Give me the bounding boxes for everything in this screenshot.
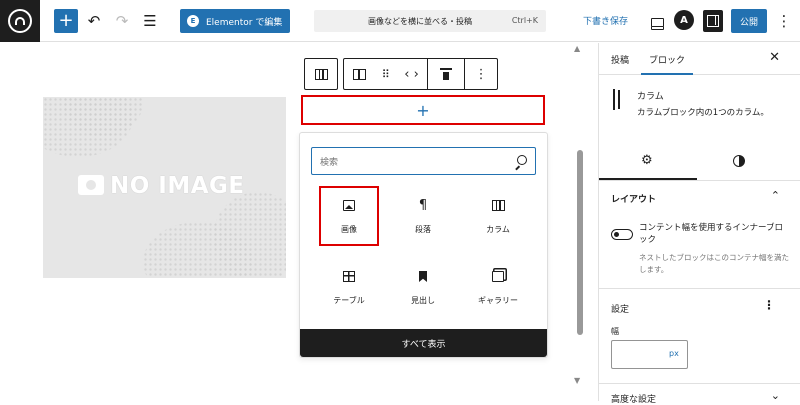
- edit-with-elementor-button[interactable]: E Elementor で編集: [180, 9, 290, 33]
- shortcut-hint: Ctrl+K: [511, 16, 538, 25]
- block-toolbar: ⠿ ‹ › ⋮: [343, 58, 498, 90]
- block-inspector-tabs: ⚙: [599, 143, 800, 181]
- tab-post[interactable]: 投稿: [611, 53, 629, 66]
- column-icon: [613, 89, 615, 110]
- inner-blocks-content-width-toggle[interactable]: [611, 229, 633, 240]
- table-icon: [343, 271, 355, 282]
- sidebar-tabs: 投稿 ブロック ✕: [599, 43, 800, 75]
- document-title: 画像などを横に並べる・投稿: [368, 17, 472, 26]
- scroll-down-arrow-icon[interactable]: ▼: [574, 376, 580, 385]
- toggle-label: コンテント幅を使用するインナーブロック: [639, 223, 783, 245]
- settings-panel-title: 設定: [611, 305, 630, 315]
- elementor-button-label: Elementor で編集: [206, 17, 283, 28]
- site-logo-icon[interactable]: [0, 0, 40, 42]
- redo-icon[interactable]: ↷: [110, 9, 134, 33]
- toggle-help-text: ネストしたブロックはこのコンテナ幅を満たします。: [639, 253, 789, 274]
- column-icon: [353, 68, 367, 80]
- astra-icon[interactable]: A: [674, 10, 694, 30]
- block-inserter-toggle[interactable]: +: [54, 9, 78, 33]
- publish-button[interactable]: 公開: [731, 9, 767, 33]
- elementor-icon: E: [187, 15, 199, 27]
- inserter-item-image[interactable]: 画像: [319, 186, 379, 246]
- gallery-icon: [492, 271, 504, 282]
- block-search-input[interactable]: 検索: [311, 147, 536, 175]
- inserter-item-gallery[interactable]: ギャラリー: [468, 257, 528, 317]
- chevron-down-icon[interactable]: ⌄: [771, 389, 780, 402]
- move-arrows-icon[interactable]: ‹ ›: [396, 59, 428, 89]
- drag-handle-icon[interactable]: ⠿: [376, 59, 396, 89]
- editor-topbar: + ↶ ↷ ☰ E Elementor で編集 画像などを横に並べる・投稿 Ct…: [0, 0, 800, 42]
- quick-inserter-popover: 検索 画像 ¶ 段落 カラム テーブル 見出し ギャラリー すべて表示: [299, 132, 548, 358]
- canvas-scrollbar-thumb[interactable]: [577, 150, 583, 335]
- preview-icon[interactable]: [645, 10, 669, 34]
- inserter-item-columns[interactable]: カラム: [468, 186, 528, 246]
- search-placeholder: 検索: [320, 157, 339, 168]
- document-overview-icon[interactable]: ☰: [138, 9, 162, 33]
- gear-icon[interactable]: ⚙: [641, 153, 653, 168]
- columns-icon: [491, 200, 505, 211]
- no-image-label: NO IMAGE: [78, 173, 245, 199]
- show-all-button[interactable]: すべて表示: [300, 329, 547, 357]
- chevron-up-icon[interactable]: ⌃: [771, 189, 780, 202]
- close-icon[interactable]: ✕: [769, 50, 780, 65]
- vertical-align-top-icon[interactable]: [428, 59, 464, 89]
- options-kebab-icon[interactable]: ⋮: [772, 9, 796, 33]
- tab-block[interactable]: ブロック: [640, 53, 694, 75]
- layout-panel-title[interactable]: レイアウト: [611, 192, 656, 205]
- save-draft-button[interactable]: 下書き保存: [583, 14, 628, 27]
- scroll-up-arrow-icon[interactable]: ▲: [574, 44, 580, 53]
- inserter-item-table[interactable]: テーブル: [319, 257, 379, 317]
- block-options-kebab-icon[interactable]: ⋮: [465, 59, 497, 89]
- command-palette-bar[interactable]: 画像などを横に並べる・投稿 Ctrl+K: [314, 10, 546, 32]
- paragraph-icon: ¶: [418, 198, 428, 213]
- search-icon: [517, 155, 527, 165]
- undo-icon[interactable]: ↶: [82, 9, 106, 33]
- no-image-placeholder[interactable]: NO IMAGE: [43, 97, 286, 278]
- heading-icon: [419, 271, 427, 282]
- width-unit[interactable]: px: [669, 349, 679, 358]
- block-card-description: カラムブロック内の1つのカラム。: [637, 108, 769, 118]
- inserter-item-heading[interactable]: 見出し: [393, 257, 453, 317]
- block-type-button[interactable]: [344, 59, 376, 89]
- image-icon: [343, 200, 355, 211]
- styles-icon[interactable]: [733, 155, 745, 167]
- camera-icon: [78, 175, 104, 195]
- inserter-item-paragraph[interactable]: ¶ 段落: [393, 186, 453, 246]
- settings-sidebar: 投稿 ブロック ✕ カラム カラムブロック内の1つのカラム。 ⚙ レイアウト ⌃…: [598, 43, 800, 405]
- parent-block-selector[interactable]: [304, 58, 338, 90]
- settings-sidebar-toggle-icon[interactable]: [703, 10, 723, 32]
- width-label: 幅: [611, 327, 619, 336]
- block-appender-button[interactable]: +: [301, 95, 545, 125]
- columns-icon: [314, 68, 328, 80]
- advanced-panel-title[interactable]: 高度な設定: [611, 392, 656, 405]
- block-card-title: カラム: [637, 92, 664, 102]
- settings-options-kebab-icon[interactable]: ⋮: [763, 298, 775, 312]
